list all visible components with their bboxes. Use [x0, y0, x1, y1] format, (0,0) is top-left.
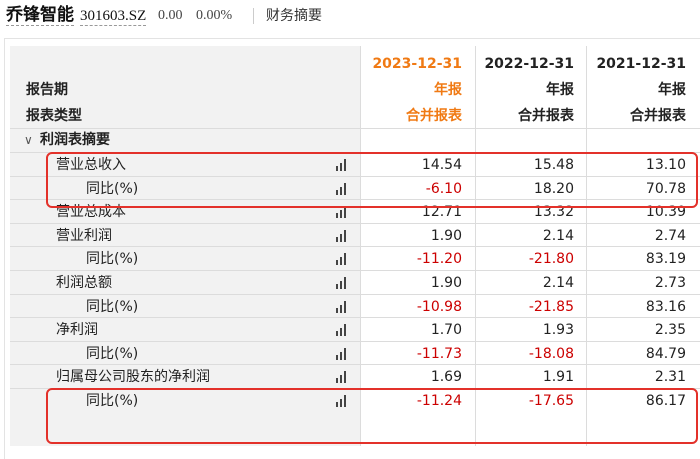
- period-type: 合并报表: [406, 108, 462, 124]
- stock-price: 0.00: [158, 8, 183, 23]
- row-divider: [10, 317, 700, 319]
- cell-value: 1.69: [430, 369, 462, 386]
- row-label: 利润总额: [56, 275, 112, 291]
- cell-value: 1.91: [542, 369, 574, 386]
- period-report: 年报: [658, 82, 686, 98]
- period-report: 年报: [434, 82, 462, 98]
- row-divider: [10, 270, 700, 271]
- period-date: 2022-12-31: [484, 56, 574, 72]
- row-label: 同比(%): [86, 298, 139, 315]
- row-divider: [10, 340, 700, 342]
- bar-chart-icon[interactable]: [336, 347, 350, 360]
- bar-chart-icon[interactable]: [336, 277, 350, 289]
- cell-value: -18.08: [528, 345, 574, 362]
- cell-value: 84.79: [645, 345, 686, 362]
- cell-value: 1.93: [542, 322, 574, 339]
- cell-value: 83.16: [645, 298, 686, 315]
- cell-value: 2.35: [654, 322, 686, 339]
- page-title: 财务摘要: [266, 8, 322, 24]
- section-title[interactable]: 利润表摘要: [40, 130, 110, 150]
- period-report: 年报: [546, 82, 574, 98]
- bar-chart-icon[interactable]: [336, 324, 350, 337]
- bar-chart-icon[interactable]: [336, 229, 350, 242]
- row-label: 营业利润: [56, 227, 112, 244]
- cell-value: -21.80: [528, 251, 574, 268]
- bar-chart-icon[interactable]: [336, 371, 350, 384]
- chevron-down-icon[interactable]: ∨: [24, 133, 33, 147]
- cell-value: 1.70: [430, 322, 462, 339]
- cell-value: -11.20: [416, 251, 462, 268]
- cell-value: 2.31: [654, 369, 686, 386]
- bar-chart-icon[interactable]: [336, 300, 350, 313]
- period-type: 合并报表: [518, 108, 574, 124]
- cell-value: 2.73: [654, 275, 686, 291]
- period-date: 2023-12-31: [372, 56, 462, 72]
- cell-value: -11.73: [416, 345, 462, 362]
- cell-value: 83.19: [645, 251, 686, 268]
- header-divider: [253, 8, 254, 24]
- row-divider: [10, 128, 700, 129]
- cell-value: 1.90: [430, 275, 462, 291]
- stock-code[interactable]: 301603.SZ: [80, 7, 147, 26]
- row-label: 归属母公司股东的净利润: [56, 369, 210, 386]
- row-label: 同比(%): [86, 251, 139, 268]
- bar-chart-icon[interactable]: [336, 253, 350, 266]
- highlight-box-revenue: [46, 152, 698, 208]
- cell-value: -21.85: [528, 298, 574, 315]
- cell-value: 2.74: [654, 227, 686, 244]
- highlight-box-net-profit-parent: [46, 388, 698, 444]
- report-type-row-label: 报表类型: [26, 108, 82, 124]
- row-divider: [10, 246, 700, 248]
- cell-value: 2.14: [542, 275, 574, 291]
- cell-value: 1.90: [430, 227, 462, 244]
- row-divider: [10, 364, 700, 366]
- stock-header: 乔锋智能 301603.SZ 0.00 0.00% 财务摘要: [0, 0, 700, 32]
- stock-name[interactable]: 乔锋智能: [6, 5, 74, 26]
- cell-value: 2.14: [542, 227, 574, 244]
- period-row-label: 报告期: [26, 82, 68, 98]
- period-type: 合并报表: [630, 108, 686, 124]
- row-divider: [10, 222, 700, 224]
- row-label: 同比(%): [86, 345, 139, 362]
- stock-change-pct: 0.00%: [196, 8, 233, 23]
- period-date: 2021-12-31: [596, 56, 686, 72]
- cell-value: -10.98: [416, 298, 462, 315]
- row-divider: [10, 293, 700, 295]
- row-label: 净利润: [56, 322, 98, 339]
